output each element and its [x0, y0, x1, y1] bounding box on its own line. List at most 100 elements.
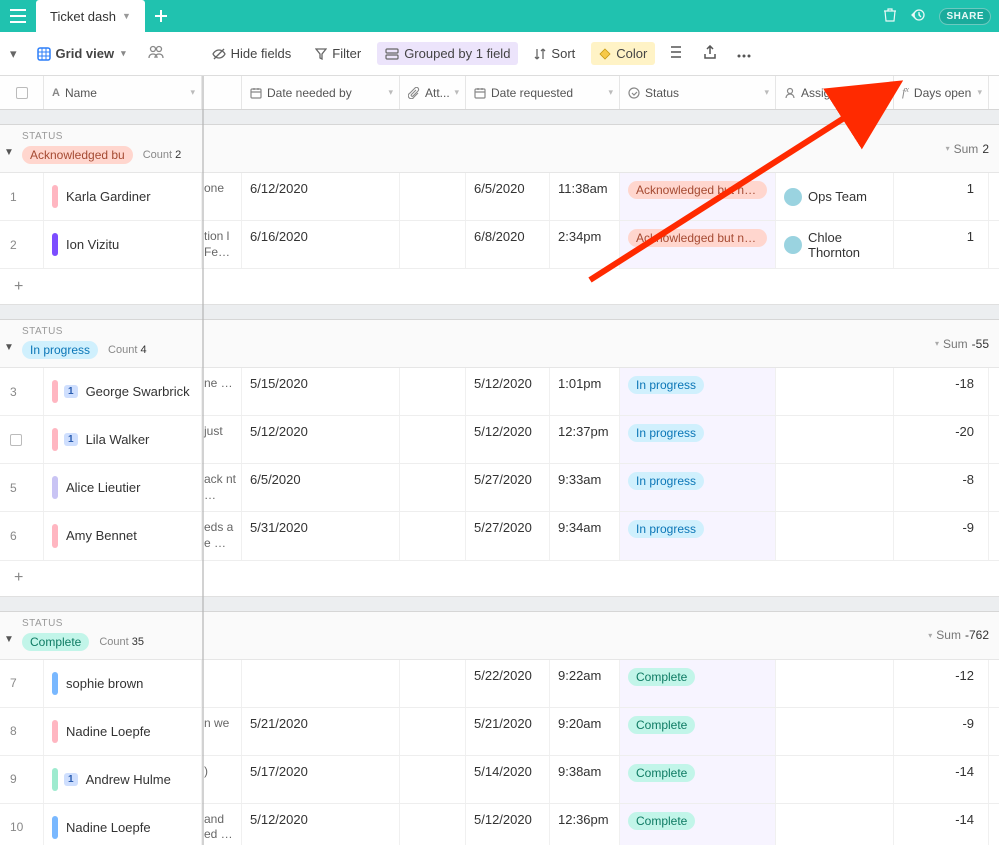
column-header-days-open[interactable]: fx Days open▾	[894, 76, 989, 109]
days-open-cell[interactable]: -12	[894, 660, 989, 707]
column-header-status[interactable]: Status▾	[620, 76, 776, 109]
row-number[interactable]: 5	[0, 464, 44, 511]
time-requested-cell[interactable]: 2:34pm	[550, 221, 620, 268]
days-open-cell[interactable]: -18	[894, 368, 989, 415]
share-view-icon[interactable]	[697, 41, 723, 66]
row-number[interactable]: 8	[0, 708, 44, 755]
row-number[interactable]: 6	[0, 512, 44, 559]
name-cell[interactable]: Karla Gardiner	[44, 173, 202, 220]
column-header-date-needed[interactable]: Date needed by▾	[242, 76, 400, 109]
status-cell[interactable]: In progress	[620, 416, 776, 463]
days-open-cell[interactable]: 1	[894, 173, 989, 220]
history-icon[interactable]	[911, 8, 925, 25]
date-requested-cell[interactable]: 5/12/2020	[466, 416, 550, 463]
time-requested-cell[interactable]: 9:20am	[550, 708, 620, 755]
assigned-cell[interactable]: Chloe Thornton	[776, 221, 894, 268]
status-cell[interactable]: In progress	[620, 464, 776, 511]
row-number[interactable]: 1	[0, 173, 44, 220]
name-cell[interactable]: Nadine Loepfe	[44, 708, 202, 755]
table-row[interactable]: 9 1 Andrew Hulme ) 5/17/2020 5/14/2020 9…	[0, 756, 999, 804]
assigned-cell[interactable]	[776, 804, 894, 845]
table-row[interactable]: 10 Nadine Loepfe and ed … 5/12/2020 5/12…	[0, 804, 999, 845]
hamburger-icon[interactable]	[0, 0, 36, 32]
date-needed-cell[interactable]: 5/12/2020	[242, 804, 400, 845]
table-row[interactable]: 3 1 George Swarbrick ne … 5/15/2020 5/12…	[0, 368, 999, 416]
date-requested-cell[interactable]: 5/21/2020	[466, 708, 550, 755]
row-number[interactable]: 10	[0, 804, 44, 845]
group-summary[interactable]: ▾ Sum -762	[202, 628, 999, 642]
table-row[interactable]: 4 1 Lila Walker just 5/12/2020 5/12/2020…	[0, 416, 999, 464]
table-row[interactable]: 6 Amy Bennet eds a e … 5/31/2020 5/27/20…	[0, 512, 999, 560]
collapse-views-icon[interactable]: ▾	[10, 46, 17, 62]
date-needed-cell[interactable]: 5/12/2020	[242, 416, 400, 463]
date-requested-cell[interactable]: 5/27/2020	[466, 464, 550, 511]
color-button[interactable]: Color	[591, 42, 655, 65]
days-open-cell[interactable]: -9	[894, 512, 989, 559]
row-number[interactable]: 3	[0, 368, 44, 415]
more-icon[interactable]	[731, 42, 757, 65]
attachment-cell[interactable]	[400, 464, 466, 511]
sort-button[interactable]: Sort	[526, 42, 583, 65]
date-needed-cell[interactable]: 5/15/2020	[242, 368, 400, 415]
status-cell[interactable]: Complete	[620, 708, 776, 755]
group-summary[interactable]: ▾ Sum -55	[202, 337, 999, 351]
column-header-attachment[interactable]: Att...▾	[400, 76, 466, 109]
table-row[interactable]: 2 Ion Vizitu tion l Fe… 6/16/2020 6/8/20…	[0, 221, 999, 269]
attachment-cell[interactable]	[400, 368, 466, 415]
assigned-cell[interactable]	[776, 708, 894, 755]
status-cell[interactable]: Complete	[620, 756, 776, 803]
days-open-cell[interactable]: -14	[894, 756, 989, 803]
status-cell[interactable]: Acknowledged but not …	[620, 173, 776, 220]
date-requested-cell[interactable]: 5/12/2020	[466, 804, 550, 845]
date-requested-cell[interactable]: 5/22/2020	[466, 660, 550, 707]
date-needed-cell[interactable]	[242, 660, 400, 707]
row-number[interactable]: 4	[0, 416, 44, 463]
date-requested-cell[interactable]: 6/8/2020	[466, 221, 550, 268]
date-needed-cell[interactable]: 6/16/2020	[242, 221, 400, 268]
name-cell[interactable]: 1 Lila Walker	[44, 416, 202, 463]
collaborators-icon[interactable]	[142, 41, 170, 66]
assigned-cell[interactable]	[776, 756, 894, 803]
group-button[interactable]: Grouped by 1 field	[377, 42, 518, 65]
date-needed-cell[interactable]: 5/31/2020	[242, 512, 400, 559]
trash-icon[interactable]	[883, 8, 897, 25]
status-cell[interactable]: Complete	[620, 660, 776, 707]
attachment-cell[interactable]	[400, 416, 466, 463]
column-header-name[interactable]: A Name▾	[44, 76, 202, 109]
time-requested-cell[interactable]: 12:37pm	[550, 416, 620, 463]
status-cell[interactable]: In progress	[620, 368, 776, 415]
name-cell[interactable]: Nadine Loepfe	[44, 804, 202, 845]
date-needed-cell[interactable]: 5/17/2020	[242, 756, 400, 803]
date-needed-cell[interactable]: 6/12/2020	[242, 173, 400, 220]
attachment-cell[interactable]	[400, 708, 466, 755]
attachment-cell[interactable]	[400, 173, 466, 220]
name-cell[interactable]: 1 George Swarbrick	[44, 368, 202, 415]
time-requested-cell[interactable]: 9:33am	[550, 464, 620, 511]
row-number[interactable]: 2	[0, 221, 44, 268]
filter-button[interactable]: Filter	[307, 42, 369, 65]
time-requested-cell[interactable]: 1:01pm	[550, 368, 620, 415]
collapse-group-icon[interactable]: ▼	[4, 342, 14, 353]
hide-fields-button[interactable]: Hide fields	[204, 42, 300, 65]
date-requested-cell[interactable]: 6/5/2020	[466, 173, 550, 220]
status-cell[interactable]: Complete	[620, 804, 776, 845]
table-row[interactable]: 8 Nadine Loepfe n we 5/21/2020 5/21/2020…	[0, 708, 999, 756]
date-requested-cell[interactable]: 5/12/2020	[466, 368, 550, 415]
name-cell[interactable]: sophie brown	[44, 660, 202, 707]
attachment-cell[interactable]	[400, 756, 466, 803]
name-cell[interactable]: 1 Andrew Hulme	[44, 756, 202, 803]
time-requested-cell[interactable]: 9:38am	[550, 756, 620, 803]
date-requested-cell[interactable]: 5/27/2020	[466, 512, 550, 559]
time-requested-cell[interactable]: 9:22am	[550, 660, 620, 707]
assigned-cell[interactable]: Ops Team	[776, 173, 894, 220]
date-needed-cell[interactable]: 5/21/2020	[242, 708, 400, 755]
row-height-icon[interactable]	[663, 41, 689, 66]
time-requested-cell[interactable]: 9:34am	[550, 512, 620, 559]
assigned-cell[interactable]	[776, 464, 894, 511]
days-open-cell[interactable]: -14	[894, 804, 989, 845]
days-open-cell[interactable]: 1	[894, 221, 989, 268]
add-record-button[interactable]: +	[0, 561, 999, 597]
status-cell[interactable]: In progress	[620, 512, 776, 559]
time-requested-cell[interactable]: 11:38am	[550, 173, 620, 220]
assigned-cell[interactable]	[776, 660, 894, 707]
